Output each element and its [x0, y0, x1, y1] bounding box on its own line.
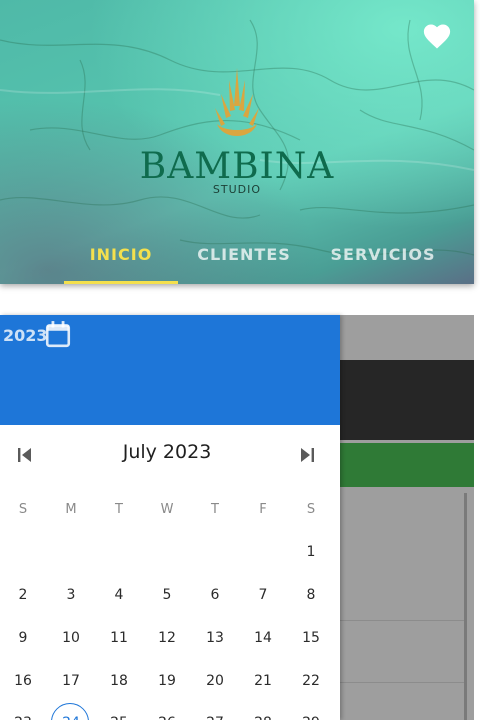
today-indicator: [51, 703, 89, 720]
calendar-day[interactable]: 15: [291, 630, 331, 646]
background-divider: [340, 620, 464, 621]
brand-name: BAMBINA: [139, 146, 335, 187]
background-dark-panel: [340, 360, 474, 440]
calendar-day[interactable]: 13: [195, 630, 235, 646]
dimmed-background-screen: [340, 315, 474, 720]
weekday-header: T: [115, 502, 123, 517]
calendar-day[interactable]: 20: [195, 673, 235, 689]
tab-indicator: [64, 281, 178, 284]
calendar-day[interactable]: 17: [51, 673, 91, 689]
calendar-day[interactable]: 8: [291, 587, 331, 603]
calendar-day[interactable]: 26: [147, 715, 187, 720]
tab-servicios[interactable]: SERVICIOS: [322, 236, 444, 282]
weekday-header: F: [259, 502, 267, 517]
calendar-day[interactable]: 11: [99, 630, 139, 646]
tab-bar: INICIO CLIENTES SERVICIOS: [0, 236, 474, 284]
logo-crown-icon: [215, 68, 259, 136]
weekday-header: S: [306, 502, 316, 517]
year-label[interactable]: 2023: [3, 326, 48, 345]
tab-clientes[interactable]: CLIENTES: [186, 236, 302, 282]
calendar-day[interactable]: 6: [195, 587, 235, 603]
calendar-day[interactable]: 19: [147, 673, 187, 689]
calendar-day[interactable]: 18: [99, 673, 139, 689]
tab-inicio[interactable]: INICIO: [64, 236, 178, 282]
calendar-day[interactable]: 2: [3, 587, 43, 603]
calendar-day[interactable]: 9: [3, 630, 43, 646]
calendar-day[interactable]: 7: [243, 587, 283, 603]
calendar-day[interactable]: 14: [243, 630, 283, 646]
brand-subtitle: STUDIO: [212, 183, 262, 196]
weekday-header: M: [65, 502, 77, 517]
calendar-day[interactable]: 27: [195, 715, 235, 720]
calendar-day[interactable]: 29: [291, 715, 331, 720]
app-header: BAMBINA STUDIO INICIO CLIENTES SERVICIOS: [0, 0, 474, 284]
calendar-day[interactable]: 28: [243, 715, 283, 720]
weekday-header: S: [18, 502, 28, 517]
calendar-day[interactable]: 16: [3, 673, 43, 689]
last-page-icon[interactable]: [296, 445, 318, 465]
date-picker-dialog: 2023 July 2023 S M T W T F S 1 2 3 4 5 6 7 8 9 10 11 12 13 1…: [0, 315, 340, 720]
calendar-day[interactable]: 25: [99, 715, 139, 720]
calendar-day[interactable]: 3: [51, 587, 91, 603]
calendar-day[interactable]: 10: [51, 630, 91, 646]
weekday-header: T: [211, 502, 219, 517]
background-divider: [340, 682, 464, 683]
heart-icon[interactable]: [422, 22, 452, 50]
calendar-day[interactable]: 5: [147, 587, 187, 603]
calendar-day[interactable]: 1: [291, 544, 331, 560]
brand-logo: BAMBINA STUDIO: [0, 66, 474, 196]
weekday-header: W: [160, 502, 174, 517]
date-picker-header: 2023: [0, 315, 340, 425]
month-label: July 2023: [122, 441, 212, 463]
background-scrollbar: [464, 493, 467, 720]
calendar-day[interactable]: 22: [291, 673, 331, 689]
calendar-day[interactable]: 21: [243, 673, 283, 689]
calendar-icon[interactable]: [45, 320, 71, 348]
calendar-day[interactable]: 12: [147, 630, 187, 646]
calendar-day[interactable]: 4: [99, 587, 139, 603]
calendar-day[interactable]: 23: [3, 715, 43, 720]
background-green-bar: [340, 443, 474, 487]
